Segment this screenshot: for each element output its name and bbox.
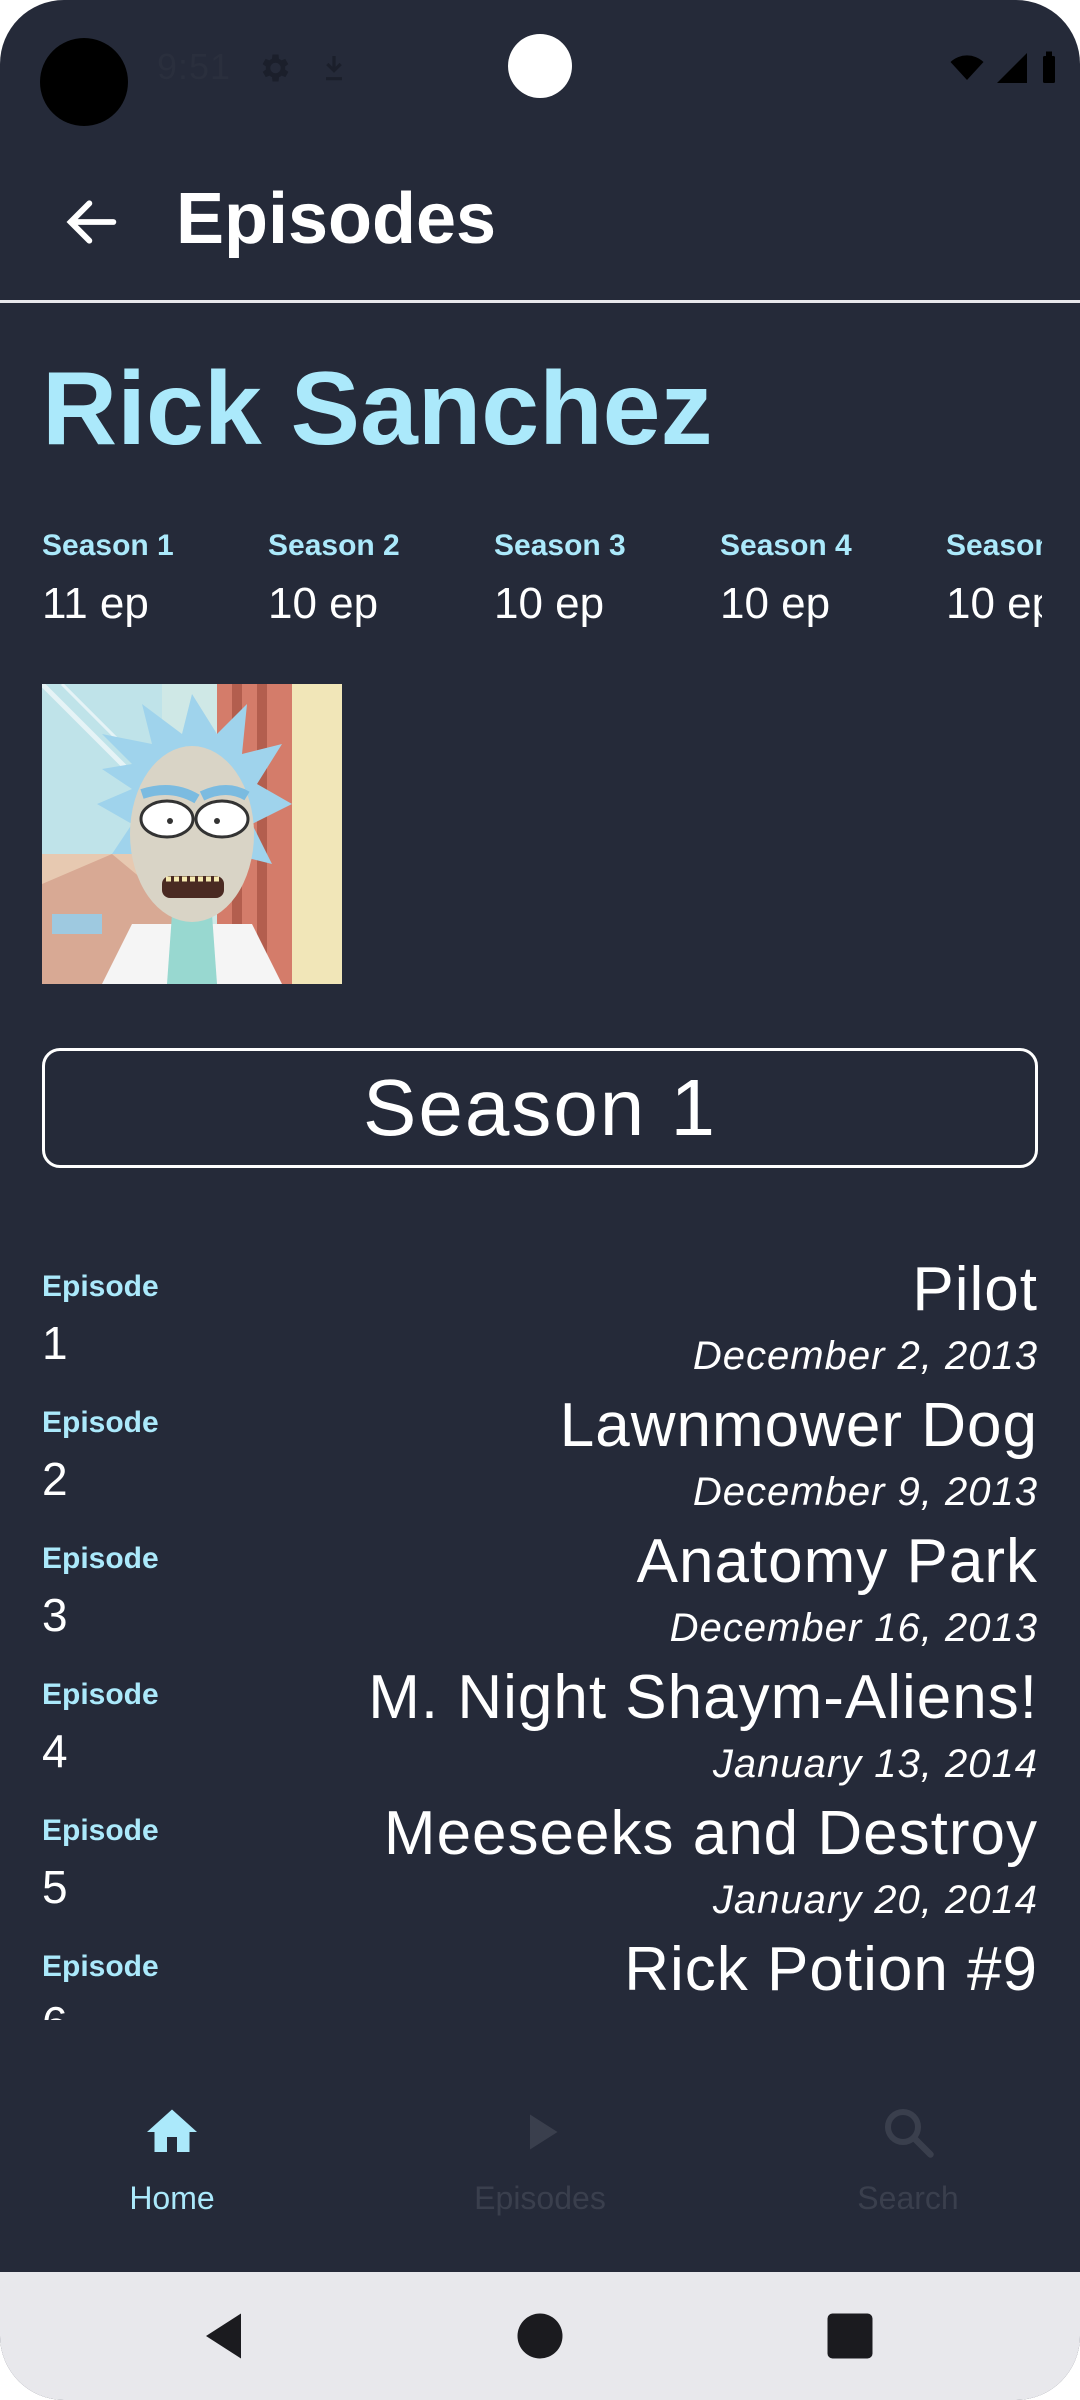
season-episode-count: 10 ep — [720, 579, 831, 628]
episode-row[interactable]: Episode 6 Rick Potion #9 — [42, 1930, 1038, 2020]
episode-row[interactable]: Episode 4 M. Night Shaym-Aliens! January… — [42, 1658, 1038, 1794]
nav-item-search[interactable]: Search — [778, 2102, 1038, 2252]
back-button[interactable] — [50, 180, 134, 264]
system-home-icon[interactable] — [510, 2306, 570, 2366]
season-summary-strip[interactable]: Season 1 11 ep Season 2 10 ep Season 3 1… — [42, 526, 1042, 646]
home-icon — [147, 2109, 197, 2152]
status-icons — [948, 50, 1060, 86]
episode-number: 4 — [42, 1725, 68, 1777]
episode-number: 5 — [42, 1861, 68, 1913]
season-summary-3[interactable]: Season 3 10 ep — [494, 526, 720, 634]
episode-label: Episode — [42, 1542, 159, 1575]
episode-title: Lawnmower Dog — [559, 1391, 1038, 1460]
season-summary-1[interactable]: Season 1 11 ep — [42, 526, 268, 634]
system-recents-icon[interactable] — [820, 2306, 880, 2366]
episode-title: Meeseeks and Destroy — [383, 1799, 1038, 1868]
front-camera — [40, 38, 128, 126]
battery-icon — [1043, 51, 1055, 83]
nav-label: Episodes — [474, 2180, 606, 2216]
episode-title: M. Night Shaym-Aliens! — [368, 1663, 1038, 1732]
signal-icon — [997, 53, 1027, 83]
season-summary-4[interactable]: Season 4 10 ep — [720, 526, 946, 634]
character-name: Rick Sanchez — [42, 351, 713, 467]
episode-label: Episode — [42, 1270, 159, 1303]
season-episode-count: 10 ep — [494, 579, 605, 628]
season-summary-2[interactable]: Season 2 10 ep — [268, 526, 494, 634]
episode-title: Anatomy Park — [636, 1527, 1038, 1596]
punch-hole — [508, 34, 572, 98]
episode-air-date: December 9, 2013 — [692, 1470, 1038, 1514]
episode-air-date: January 13, 2014 — [712, 1742, 1038, 1786]
episode-row[interactable]: Episode 5 Meeseeks and Destroy January 2… — [42, 1794, 1038, 1930]
app-bar-divider — [0, 300, 1080, 303]
nav-item-home[interactable]: Home — [42, 2102, 302, 2252]
bottom-navigation: Home Episodes Search — [0, 2040, 1080, 2272]
episode-title: Pilot — [912, 1255, 1038, 1324]
episode-title: Rick Potion #9 — [624, 1935, 1038, 2004]
episode-row[interactable]: Episode 2 Lawnmower Dog December 9, 2013 — [42, 1386, 1038, 1522]
episode-label: Episode — [42, 1678, 159, 1711]
season-episode-count: 10 ep — [946, 579, 1042, 628]
nav-label: Search — [857, 2180, 959, 2216]
app-screen: 9:51 Episodes Rick Sanchez Season 1 11 e… — [0, 0, 1080, 2400]
system-back-icon[interactable] — [196, 2306, 256, 2366]
episode-row[interactable]: Episode 1 Pilot December 2, 2013 — [42, 1250, 1038, 1386]
season-selector-button[interactable]: Season 1 — [42, 1048, 1038, 1168]
top-app-bar: Episodes — [0, 140, 1080, 302]
nav-item-episodes[interactable]: Episodes — [410, 2102, 670, 2252]
episode-list[interactable]: Episode 1 Pilot December 2, 2013 Episode… — [42, 1250, 1038, 2020]
season-label: Season 4 — [720, 529, 852, 562]
nav-label: Home — [129, 2180, 215, 2216]
season-label: Season 1 — [42, 529, 174, 562]
page-title: Episodes — [176, 179, 497, 259]
wifi-icon — [950, 55, 984, 80]
settings-icon — [262, 54, 289, 82]
episode-air-date: December 2, 2013 — [692, 1334, 1038, 1378]
season-label: Season 5 — [946, 529, 1042, 562]
status-bar: 9:51 — [0, 0, 1080, 140]
episode-label: Episode — [42, 1950, 159, 1983]
episode-air-date: December 16, 2013 — [669, 1606, 1038, 1650]
season-label: Season 3 — [494, 529, 626, 562]
season-episode-count: 10 ep — [268, 579, 379, 628]
character-portrait — [42, 684, 342, 984]
system-navigation-bar — [0, 2272, 1080, 2400]
status-time: 9:51 — [157, 46, 232, 87]
season-label: Season 2 — [268, 529, 400, 562]
download-icon — [326, 56, 342, 81]
arrow-back-icon — [66, 200, 117, 244]
episode-air-date: January 20, 2014 — [712, 1878, 1038, 1922]
season-episode-count: 11 ep — [42, 579, 149, 628]
play-icon — [530, 2114, 558, 2150]
episode-label: Episode — [42, 1406, 159, 1439]
episode-number: 2 — [42, 1453, 68, 1505]
episode-row[interactable]: Episode 3 Anatomy Park December 16, 2013 — [42, 1522, 1038, 1658]
episode-number: 3 — [42, 1589, 68, 1641]
episode-number: 1 — [42, 1317, 68, 1369]
search-icon — [885, 2109, 934, 2158]
season-summary-5[interactable]: Season 5 10 ep — [946, 526, 1042, 634]
episode-number: 6 — [42, 1996, 68, 2020]
episode-label: Episode — [42, 1814, 159, 1847]
